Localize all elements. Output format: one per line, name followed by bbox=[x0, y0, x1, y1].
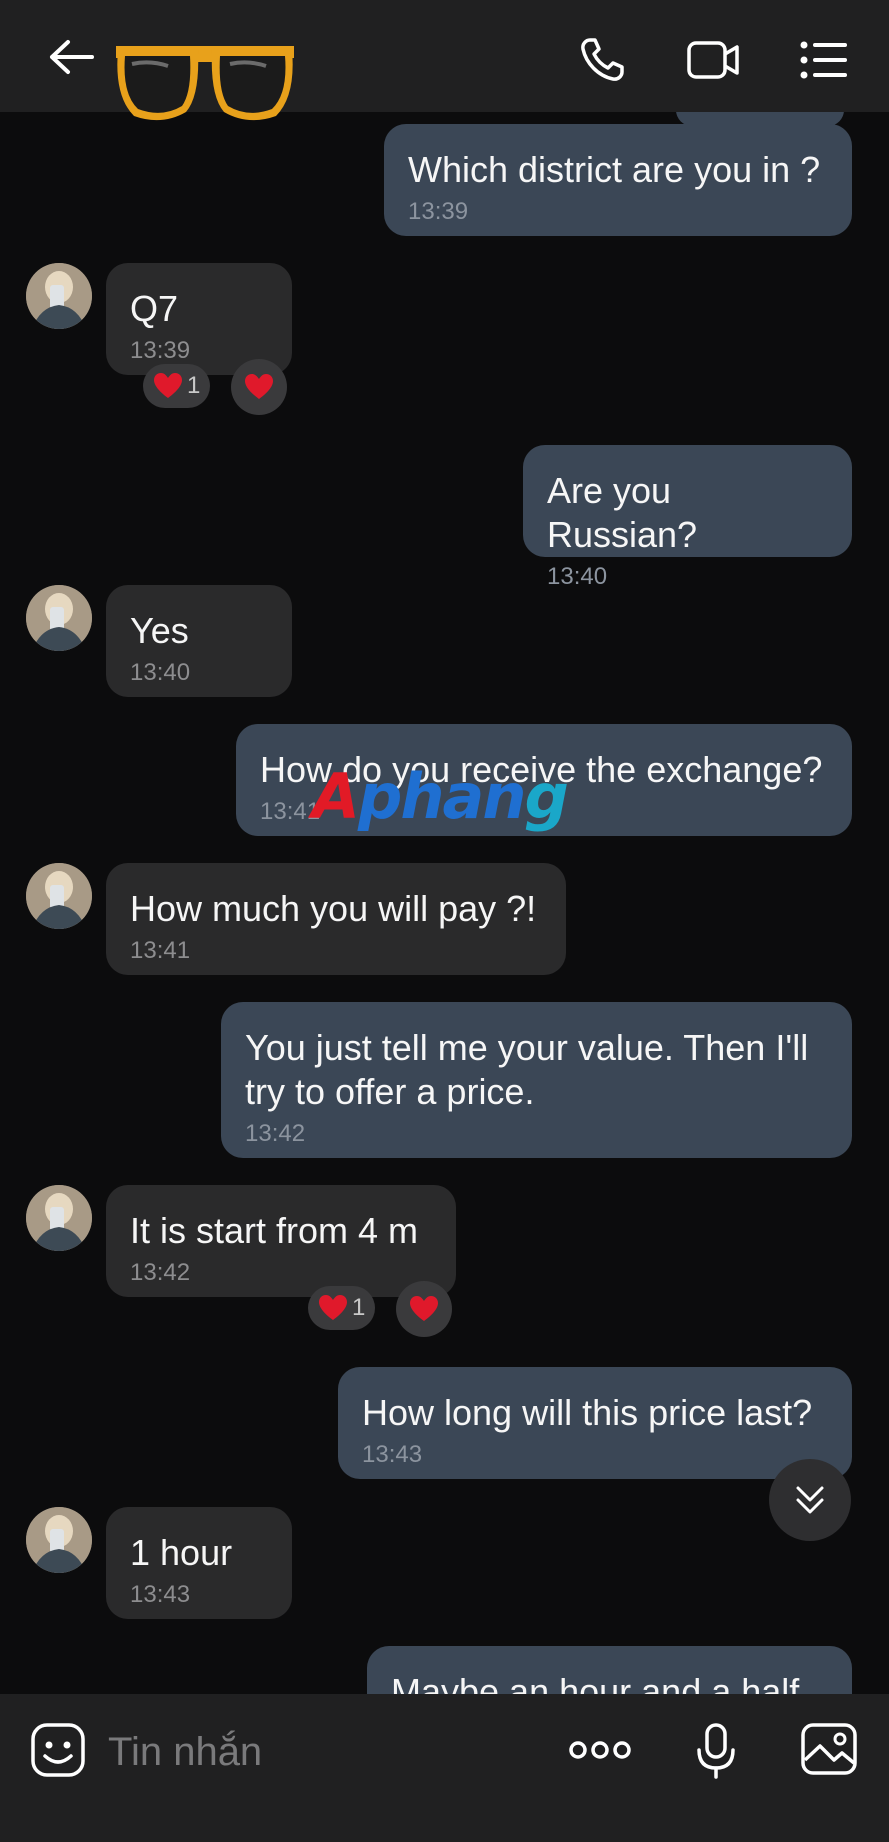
arrow-left-icon[interactable] bbox=[46, 36, 98, 78]
incoming-message[interactable]: How much you will pay ?! 13:41 bbox=[106, 863, 566, 975]
contact-avatar[interactable] bbox=[26, 263, 92, 329]
message-text: You just tell me your value. Then I'll t… bbox=[245, 1027, 809, 1112]
message-text: Are you Russian? bbox=[547, 470, 698, 555]
message-text: 1 hour bbox=[130, 1532, 233, 1573]
outgoing-message[interactable]: You just tell me your value. Then I'll t… bbox=[221, 1002, 852, 1158]
reaction-count-badge[interactable]: 1 bbox=[308, 1286, 376, 1330]
outgoing-message[interactable]: Maybe an hour and a half ? bbox=[367, 1646, 852, 1694]
heart-icon bbox=[410, 1296, 438, 1321]
outgoing-message[interactable]: How do you receive the exchange? 13:41 bbox=[236, 724, 852, 836]
reaction-count: 1 bbox=[352, 1294, 366, 1321]
message-time: 13:39 bbox=[408, 198, 469, 225]
sunglasses-avatar-icon[interactable] bbox=[110, 36, 300, 126]
incoming-message[interactable]: Yes 13:40 bbox=[106, 585, 292, 697]
message-time: 13:43 bbox=[362, 1441, 423, 1468]
incoming-message[interactable]: Q7 13:39 bbox=[106, 263, 292, 375]
contact-avatar[interactable] bbox=[26, 585, 92, 651]
heart-icon bbox=[319, 1295, 347, 1320]
message-text: Which district are you in ? bbox=[408, 149, 821, 190]
message-text: Maybe an hour and a half ? bbox=[391, 1671, 800, 1694]
message-time: 13:41 bbox=[130, 937, 191, 964]
incoming-message[interactable]: 1 hour 13:43 bbox=[106, 1507, 292, 1619]
heart-icon bbox=[245, 374, 273, 399]
contact-avatar[interactable] bbox=[26, 1507, 92, 1573]
incoming-message[interactable]: It is start from 4 m 13:42 bbox=[106, 1185, 456, 1297]
image-icon[interactable] bbox=[800, 1722, 858, 1776]
message-text: How long will this price last? bbox=[362, 1392, 813, 1433]
phone-icon[interactable] bbox=[578, 36, 626, 84]
message-text: Yes bbox=[130, 610, 189, 651]
more-dots-icon[interactable] bbox=[568, 1734, 632, 1766]
message-text: Q7 bbox=[130, 288, 179, 329]
message-time: 13:40 bbox=[130, 659, 191, 686]
message-time: 13:40 bbox=[547, 563, 608, 590]
outgoing-message[interactable]: Are you Russian? 13:40 bbox=[523, 445, 852, 590]
message-text: How do you receive the exchange? bbox=[260, 749, 823, 790]
contact-avatar[interactable] bbox=[26, 1185, 92, 1251]
message-text: How much you will pay ?! bbox=[130, 888, 537, 929]
microphone-icon[interactable] bbox=[696, 1722, 736, 1780]
scroll-to-bottom-button[interactable] bbox=[769, 1459, 851, 1541]
outgoing-message[interactable]: Which district are you in ? 13:39 bbox=[384, 124, 852, 236]
reaction-count-badge[interactable]: 1 bbox=[143, 364, 211, 408]
contact-avatar[interactable] bbox=[26, 863, 92, 929]
message-list[interactable]: Which district are you in ? 13:39 Q7 13:… bbox=[0, 112, 889, 1694]
message-time: 13:42 bbox=[130, 1259, 191, 1286]
sticker-face-icon[interactable] bbox=[30, 1722, 86, 1778]
message-input[interactable]: Tin nhắn bbox=[108, 1726, 262, 1778]
message-time: 13:43 bbox=[130, 1581, 191, 1608]
add-reaction-button[interactable] bbox=[231, 359, 287, 415]
message-time: 13:41 bbox=[260, 798, 321, 825]
message-time: 13:42 bbox=[245, 1120, 306, 1147]
add-reaction-button[interactable] bbox=[396, 1281, 452, 1337]
heart-icon bbox=[154, 373, 182, 398]
video-camera-icon[interactable] bbox=[686, 38, 740, 82]
list-menu-icon[interactable] bbox=[800, 40, 848, 80]
message-text: It is start from 4 m bbox=[130, 1210, 419, 1251]
double-chevron-down-icon bbox=[796, 1486, 824, 1514]
reaction-count: 1 bbox=[187, 372, 201, 399]
outgoing-message[interactable]: How long will this price last? 13:43 bbox=[338, 1367, 852, 1479]
